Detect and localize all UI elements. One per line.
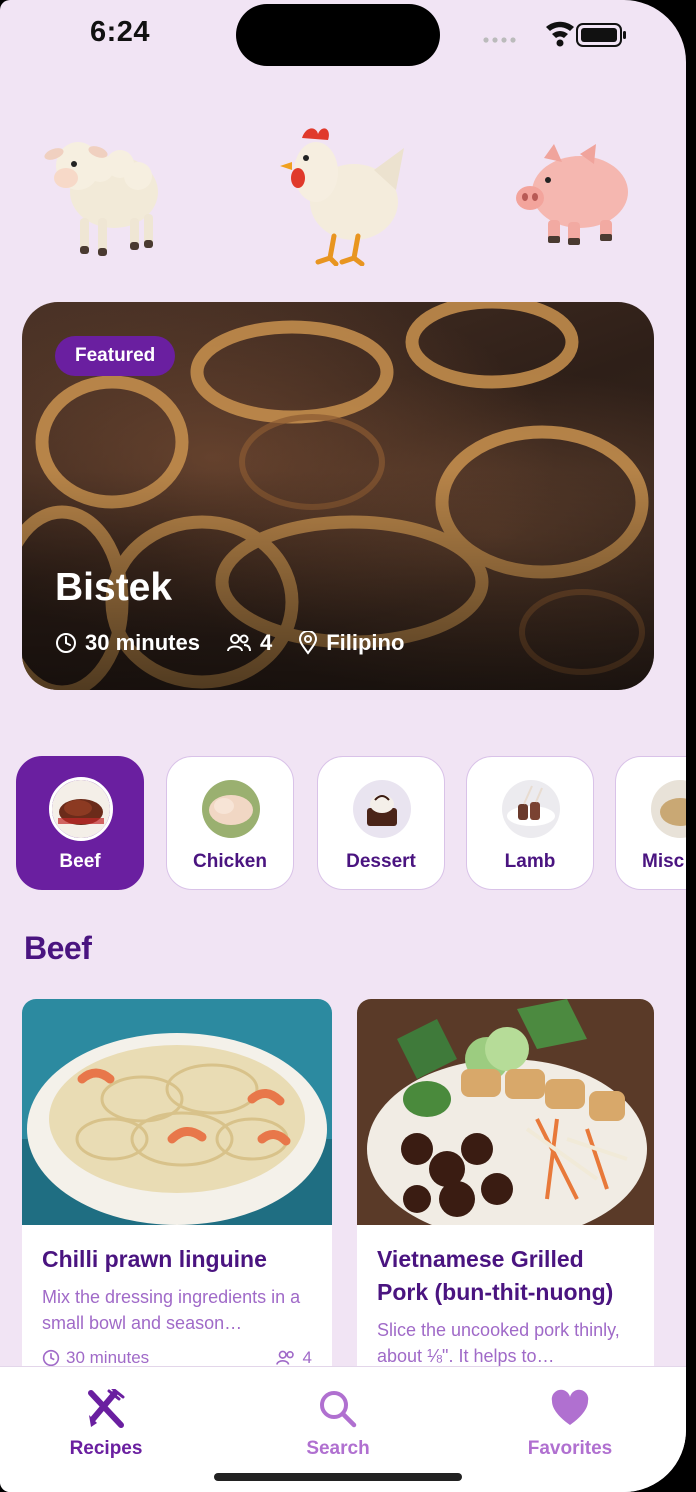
location-pin-icon xyxy=(299,631,318,655)
people-icon xyxy=(275,1350,294,1365)
recipe-time: 30 minutes xyxy=(42,1348,149,1367)
lamb-thumbnail xyxy=(499,777,563,841)
app-screen: 6:24 Featured Bistek 30 minutes 4 Filipi… xyxy=(0,0,686,1492)
recipe-description: Mix the dressing ingredients in a small … xyxy=(42,1287,301,1333)
status-time: 6:24 xyxy=(90,16,151,48)
category-misc[interactable]: Misc xyxy=(615,756,686,890)
lamb-icon[interactable] xyxy=(38,126,164,264)
dynamic-island xyxy=(236,4,440,66)
tab-label: Recipes xyxy=(69,1438,143,1459)
section-title: Beef xyxy=(24,930,92,966)
recipe-meta: 30 minutes 4 xyxy=(42,1348,312,1367)
featured-servings-value: 4 xyxy=(259,630,273,655)
featured-time: 30 minutes xyxy=(55,630,200,656)
search-icon xyxy=(320,1391,357,1428)
featured-cuisine-value: Filipino xyxy=(326,630,405,655)
recipe-time-value: 30 minutes xyxy=(66,1348,150,1367)
category-label: Beef xyxy=(59,851,101,872)
beef-thumbnail xyxy=(49,777,113,841)
recipe-servings-value: 4 xyxy=(302,1348,312,1367)
recipe-title: Chilli prawn linguine xyxy=(42,1246,267,1272)
recipe-title: Vietnamese Grilled Pork (bun-thit-nuong) xyxy=(377,1246,614,1305)
dessert-thumbnail xyxy=(350,777,414,841)
recipe-card[interactable]: Vietnamese Grilled Pork (bun-thit-nuong)… xyxy=(357,999,654,1367)
device-bezel xyxy=(686,0,696,1492)
featured-title: Bistek xyxy=(55,566,173,609)
cellular-signal-icon xyxy=(483,37,516,43)
featured-meta: 30 minutes 4 Filipino xyxy=(55,630,430,656)
featured-cuisine: Filipino xyxy=(298,630,404,656)
misc-thumbnail xyxy=(648,777,686,841)
pig-icon[interactable] xyxy=(514,142,634,248)
clock-icon xyxy=(56,633,76,653)
category-label: Misc xyxy=(642,851,685,872)
chicken-icon[interactable] xyxy=(278,120,408,266)
status-icons xyxy=(483,21,626,47)
recipe-description: Slice the uncooked pork thinly, about ⅛"… xyxy=(377,1320,620,1366)
chicken-thumbnail xyxy=(199,777,263,841)
fork-knife-icon xyxy=(88,1387,125,1428)
battery-icon xyxy=(576,23,626,47)
clock-icon xyxy=(42,1349,60,1367)
category-lamb[interactable]: Lamb xyxy=(466,756,594,890)
category-chicken[interactable]: Chicken xyxy=(166,756,294,890)
recipe-image xyxy=(22,999,332,1225)
tab-recipes[interactable]: Recipes xyxy=(26,1387,186,1460)
category-label: Chicken xyxy=(193,851,267,872)
category-beef[interactable]: Beef xyxy=(16,756,144,890)
category-label: Lamb xyxy=(504,851,556,872)
recipe-servings: 4 xyxy=(275,1348,312,1367)
recipe-image xyxy=(357,999,654,1225)
featured-badge: Featured xyxy=(55,336,176,376)
tab-label: Favorites xyxy=(527,1438,613,1459)
featured-time-value: 30 minutes xyxy=(85,630,200,655)
wifi-icon xyxy=(546,21,574,47)
tab-search[interactable]: Search xyxy=(258,1389,418,1460)
recipe-card[interactable]: Chilli prawn linguine Mix the dressing i… xyxy=(22,999,332,1367)
category-dessert[interactable]: Dessert xyxy=(317,756,445,890)
tab-favorites[interactable]: Favorites xyxy=(490,1389,650,1460)
heart-icon xyxy=(551,1389,589,1425)
category-label: Dessert xyxy=(346,851,416,872)
home-indicator[interactable] xyxy=(214,1473,462,1481)
people-icon xyxy=(226,634,251,652)
tab-label: Search xyxy=(306,1438,370,1459)
featured-recipe-card[interactable]: Featured Bistek 30 minutes 4 Filipino xyxy=(22,302,654,690)
featured-servings: 4 xyxy=(226,630,272,656)
